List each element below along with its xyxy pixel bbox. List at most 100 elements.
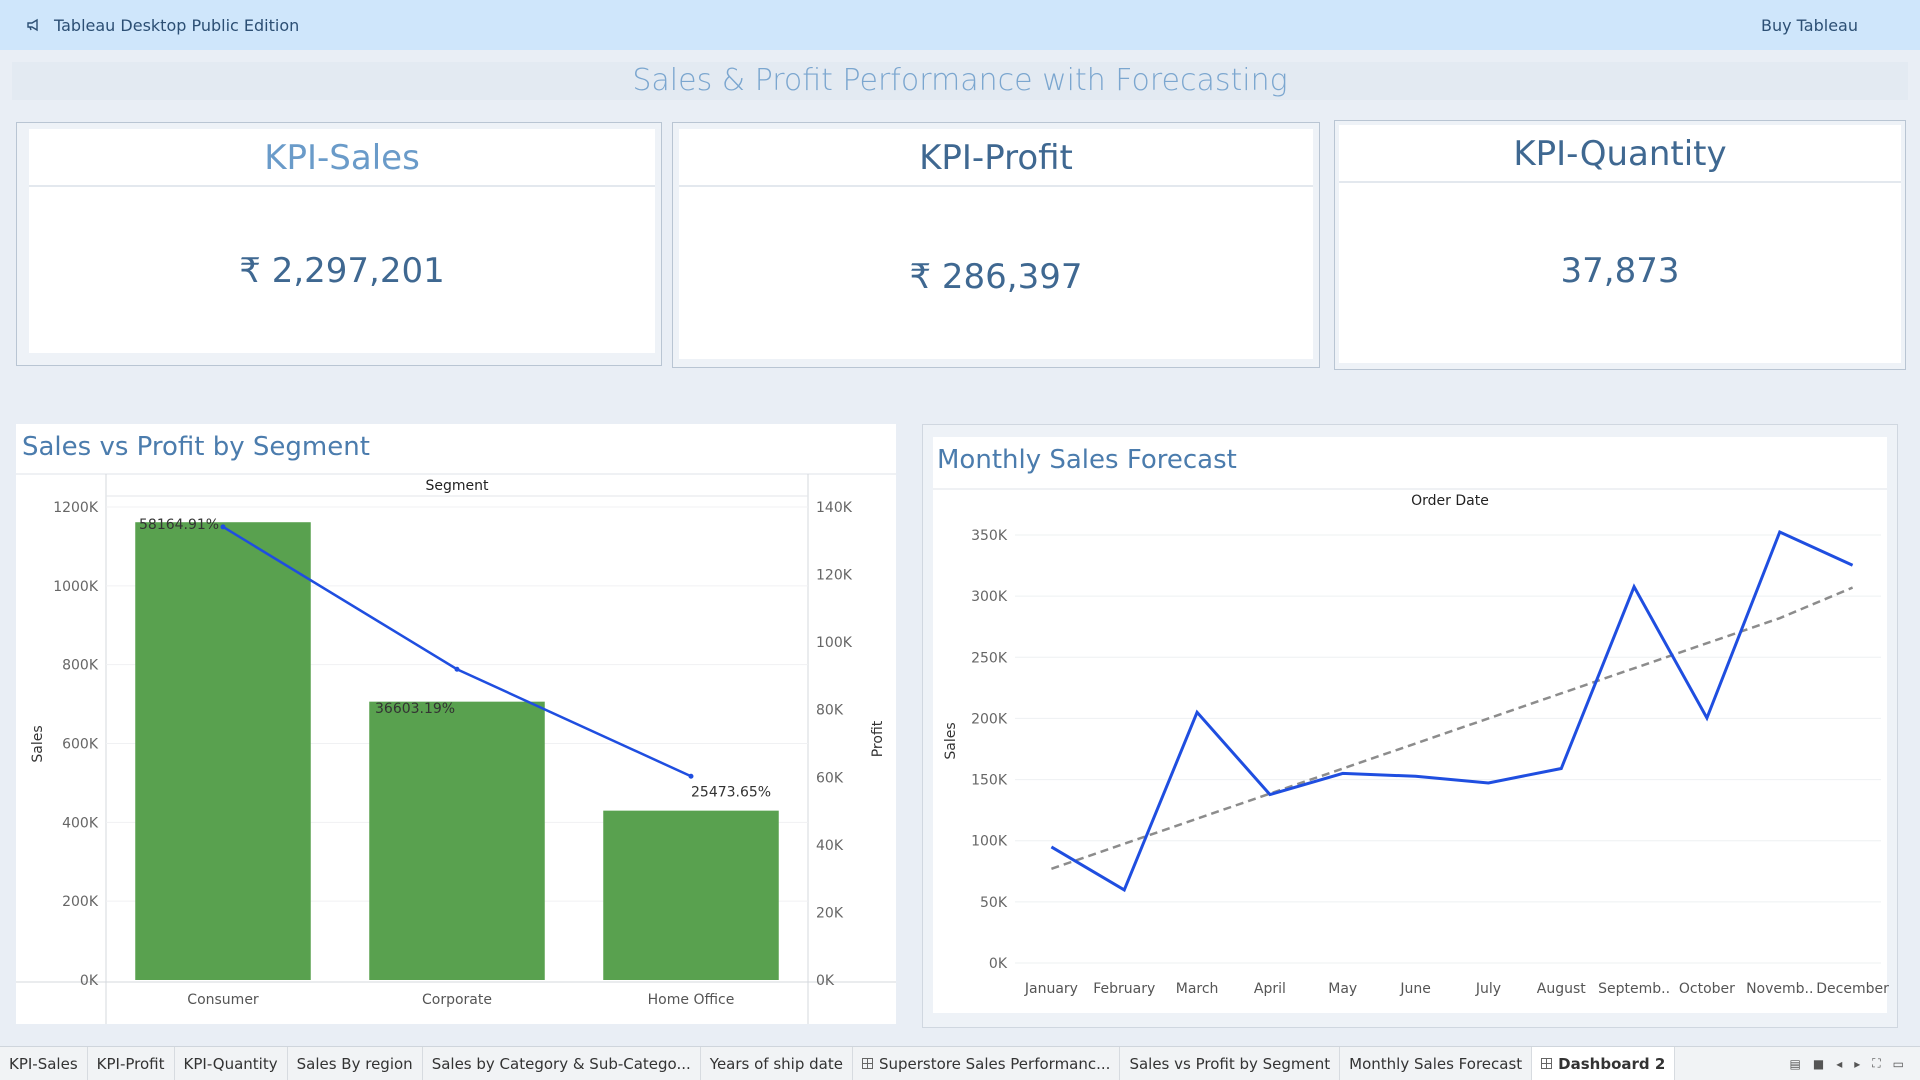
kpi-value: ₹ 286,397 [909, 257, 1083, 297]
sheet-tab[interactable]: Monthly Sales Forecast [1340, 1046, 1533, 1080]
sheet-tab-label: KPI-Profit [96, 1054, 165, 1073]
profit-point [220, 524, 226, 530]
x-tick-label: October [1679, 981, 1735, 997]
app-branding: Tableau Desktop Public Edition [26, 16, 299, 35]
x-tick-label: December [1816, 981, 1889, 997]
x-tick-label: Consumer [187, 992, 259, 1008]
y-tick-label: 0K [80, 973, 99, 989]
sheet-tab[interactable]: KPI-Sales [0, 1046, 88, 1080]
y-tick-label: 150K [971, 773, 1008, 789]
x-tick-label: Septemb.. [1598, 981, 1670, 997]
dashboard-title: Sales & Profit Performance with Forecast… [12, 62, 1908, 100]
fullscreen-icon[interactable]: ⛶ [1872, 1056, 1880, 1071]
kpi-card-quantity[interactable]: KPI-Quantity 37,873 [1334, 120, 1906, 370]
bar-consumer [135, 522, 311, 980]
top-bar: Tableau Desktop Public Edition Buy Table… [0, 0, 1920, 50]
bar-home-office [603, 810, 779, 980]
profit-point [688, 773, 694, 779]
kpi-title: KPI-Sales [29, 129, 655, 187]
app-title: Tableau Desktop Public Edition [54, 15, 300, 35]
sheet-tab-label: KPI-Sales [9, 1054, 78, 1073]
y-tick-label: 300K [971, 589, 1008, 605]
data-label: 58164.91% [139, 517, 219, 533]
kpi-title: KPI-Quantity [1339, 125, 1901, 183]
profit-point [454, 666, 460, 672]
x-tick-label: Home Office [648, 992, 735, 1008]
sheet-tab[interactable]: Superstore Sales Performanc... [853, 1046, 1121, 1080]
show-sheet-tabs-icon[interactable]: ■ [1813, 1057, 1824, 1071]
y-tick-label: 200K [971, 711, 1008, 727]
sheet-tab[interactable]: KPI-Quantity [175, 1046, 288, 1080]
y-tick-label: 400K [62, 815, 99, 831]
sheet-tab[interactable]: Years of ship date [701, 1046, 853, 1080]
sheet-tab[interactable]: Sales vs Profit by Segment [1120, 1046, 1341, 1080]
y2-tick-label: 40K [816, 838, 844, 854]
show-filmstrip-icon[interactable]: ▤ [1790, 1057, 1801, 1071]
sheet-tab[interactable]: Sales by Category & Sub-Catego... [423, 1046, 701, 1080]
sales-line [1050, 529, 1854, 893]
x-tick-label: June [1399, 981, 1431, 997]
kpi-card-profit[interactable]: KPI-Profit ₹ 286,397 [672, 122, 1320, 368]
y2-tick-label: 100K [816, 635, 853, 651]
x-tick-label: Corporate [422, 992, 492, 1008]
x-tick-label: August [1537, 981, 1587, 997]
kpi-title: KPI-Profit [679, 129, 1313, 187]
order-date-header: Order Date [1411, 493, 1489, 509]
data-label: 36603.19% [375, 701, 455, 717]
sheet-tab-label: Years of ship date [709, 1054, 843, 1073]
y2-tick-label: 120K [816, 568, 853, 584]
navigation-controls: ▤ ■ ◂ ▸ ⛶ ▭ [1790, 1056, 1920, 1071]
x-tick-label: Novemb.. [1746, 981, 1813, 997]
sheet-tabs: KPI-Sales KPI-Profit KPI-Quantity Sales By … [0, 1046, 1676, 1080]
data-label: 25473.65% [691, 784, 771, 800]
y-tick-label: 350K [971, 528, 1008, 544]
next-sheet-icon[interactable]: ▸ [1854, 1057, 1860, 1071]
y-tick-label: 200K [62, 894, 99, 910]
segment-header: Segment [426, 478, 490, 494]
forecast-chart[interactable]: Order Date 0K 50K 100K 150K 200K 250K 300K 350K S… [923, 425, 1899, 1029]
y-axis-label: Sales [30, 725, 46, 762]
x-tick-label: March [1176, 981, 1219, 997]
y-tick-label: 50K [980, 895, 1008, 911]
y-tick-label: 100K [971, 834, 1008, 850]
megaphone-icon [27, 18, 38, 32]
sheet-tab-bar: KPI-Sales KPI-Profit KPI-Quantity Sales By … [0, 1046, 1920, 1080]
bar-corporate [369, 701, 545, 980]
y-axis-label: Sales [943, 722, 959, 759]
x-tick-label: April [1254, 981, 1286, 997]
y-tick-label: 800K [62, 658, 99, 674]
x-tick-label: February [1093, 981, 1155, 997]
y2-tick-label: 20K [816, 905, 844, 921]
y-tick-label: 1200K [53, 500, 99, 516]
sheet-tab[interactable]: Sales By region [288, 1046, 423, 1080]
sheet-tab-label: Sales by Category & Sub-Catego... [431, 1054, 691, 1073]
sheet-tab-label: Monthly Sales Forecast [1349, 1054, 1523, 1073]
kpi-value: ₹ 2,297,201 [239, 251, 445, 291]
sheet-tab[interactable]: Dashboard 2 [1532, 1046, 1676, 1080]
sheet-tab-label: Superstore Sales Performanc... [878, 1054, 1111, 1073]
y2-tick-label: 140K [816, 500, 853, 516]
x-tick-label: July [1475, 981, 1501, 997]
dashboard-icon [1541, 1058, 1553, 1069]
x-tick-label: May [1328, 981, 1357, 997]
sheet-tab-label: KPI-Quantity [183, 1054, 278, 1073]
y-tick-label: 1000K [53, 579, 99, 595]
previous-sheet-icon[interactable]: ◂ [1836, 1057, 1842, 1071]
y2-tick-label: 60K [816, 770, 844, 786]
dashboard-icon [861, 1058, 873, 1069]
y-tick-label: 250K [971, 650, 1008, 666]
y-tick-label: 600K [62, 737, 99, 753]
buy-tableau-link[interactable]: Buy Tableau [1761, 16, 1858, 35]
y2-tick-label: 0K [816, 973, 835, 989]
trend-line [1051, 586, 1854, 871]
forecast-chart-panel[interactable]: Monthly Sales Forecast Order Date 0K 50K 10… [922, 424, 1898, 1028]
kpi-value: 37,873 [1560, 251, 1680, 291]
presentation-mode-icon[interactable]: ▭ [1893, 1057, 1904, 1071]
kpi-card-sales[interactable]: KPI-Sales ₹ 2,297,201 [16, 122, 662, 366]
y2-axis-label: Profit [870, 720, 886, 757]
sheet-tab-label: Sales By region [296, 1054, 413, 1073]
sheet-tab[interactable]: KPI-Profit [88, 1046, 175, 1080]
y-tick-label: 0K [989, 956, 1008, 972]
segment-chart[interactable]: Segment 0K 200K 400K 600K 800K 1000K 1200K 0K 20K… [16, 424, 896, 1024]
segment-chart-panel[interactable]: Sales vs Profit by Segment Segment 0K 200K… [16, 424, 896, 1024]
